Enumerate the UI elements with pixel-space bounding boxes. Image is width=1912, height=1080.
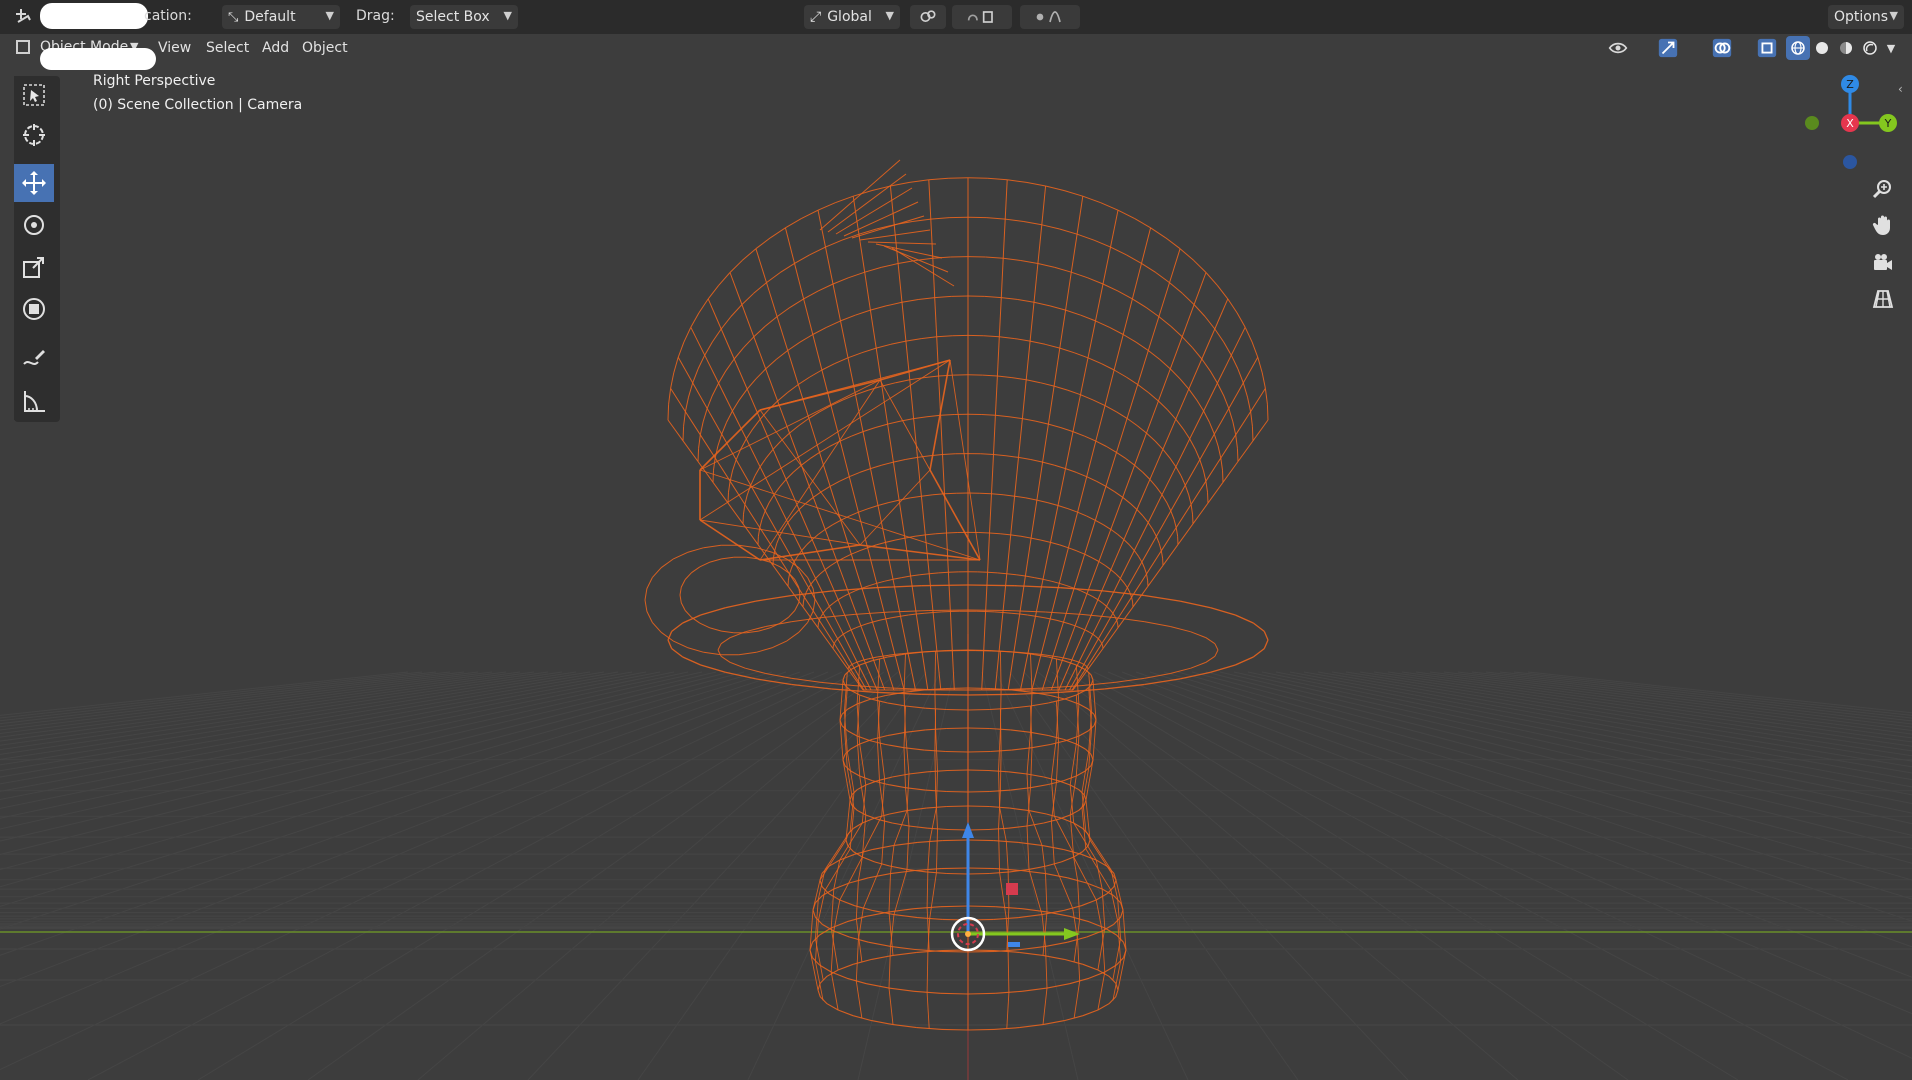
select-box-icon [23,84,45,106]
menu-object[interactable]: Object [294,37,356,59]
tool-select-box[interactable] [14,76,54,114]
orientation-label: cation: [144,8,192,24]
transform-orientation-dropdown[interactable]: ⤢ Global ▼ [804,5,900,29]
pivot-point-button[interactable] [910,5,946,29]
navigation-gizmo[interactable]: Z Y X [1790,70,1900,180]
collection-info: (0) Scene Collection | Camera [93,97,303,113]
svg-text:X: X [1846,117,1854,130]
chevron-down-icon: ▼ [325,9,334,22]
redacted-region [40,48,156,70]
tool-move[interactable] [14,164,54,202]
drag-label: Drag: [356,8,395,24]
svg-text:Y: Y [1884,117,1892,130]
overlay-toggle-button[interactable] [1700,36,1744,60]
tool-rotate[interactable] [14,206,54,244]
gizmo-neg-z-axis [1843,155,1857,169]
cursor-icon [23,124,45,146]
gizmo-toggle-button[interactable] [1646,36,1690,60]
tool-scale[interactable] [14,248,54,286]
measure-icon [24,391,45,412]
pivot-orientation-dropdown[interactable]: ⤡ Default ▼ [222,5,340,29]
annotate-icon [23,350,45,365]
transform-icon [23,298,45,320]
camera-view-button[interactable] [1866,246,1900,280]
transform-orientation-value: Global [827,9,872,25]
view-name: Right Perspective [93,73,216,89]
menu-view[interactable]: View [150,37,199,59]
orientation-value: Default [244,9,296,25]
editor-type-icon[interactable] [12,6,34,28]
drag-dropdown[interactable]: Select Box ▼ [410,5,518,29]
grid-perspective-icon [1872,290,1894,308]
zoom-button[interactable] [1866,172,1900,206]
snap-toggle-button[interactable] [952,5,1012,29]
shading-material-button[interactable] [1834,36,1858,60]
shading-wireframe-button[interactable] [1786,36,1810,60]
gizmo-neg-y-axis [1805,116,1819,130]
hand-icon [1872,215,1890,235]
proportional-edit-button[interactable] [1020,5,1080,29]
shading-rendered-button[interactable] [1858,36,1882,60]
redacted-region [40,3,148,29]
chevron-down-icon: ▼ [503,9,512,22]
perspective-toggle-button[interactable] [1866,282,1900,316]
menu-select[interactable]: Select [198,37,257,59]
object-mode-icon [16,40,30,54]
options-dropdown[interactable]: Options ▼ [1828,5,1904,29]
pan-button[interactable] [1866,208,1900,242]
options-label: Options [1834,9,1889,25]
chevron-down-icon: ▼ [1886,41,1896,55]
shading-options-button[interactable]: ▼ [1882,36,1900,60]
drag-value: Select Box [416,9,490,25]
tool-annotate[interactable] [14,340,54,378]
menu-add[interactable]: Add [254,37,297,59]
3d-viewport[interactable] [0,34,1912,1080]
transform-axes-icon: ⤢ [810,9,822,25]
tool-measure[interactable] [14,382,54,420]
viewport-header: Object Mode ▼ View Select Add Object ▼ [0,34,1912,70]
tool-cursor[interactable] [14,116,54,154]
orientation-axes-icon: ⤡ [228,9,239,25]
visibility-button[interactable] [1600,36,1636,60]
xray-toggle-button[interactable] [1754,36,1780,60]
shading-solid-button[interactable] [1810,36,1834,60]
tool-settings-bar: cation: ⤡ Default ▼ Drag: Select Box ▼ ⤢… [0,0,1912,34]
move-icon [22,171,46,195]
scale-icon [23,257,44,278]
sidebar-toggle-icon[interactable]: ‹ [1898,82,1903,96]
zoom-icon [1872,180,1891,199]
wireframe-mesh[interactable] [0,34,1912,1080]
svg-text:Z: Z [1846,78,1854,91]
chevron-down-icon: ▼ [885,9,894,22]
chevron-down-icon: ▼ [1889,9,1898,22]
tool-transform[interactable] [14,290,54,328]
camera-icon [1874,254,1892,270]
rotate-icon [24,215,44,235]
